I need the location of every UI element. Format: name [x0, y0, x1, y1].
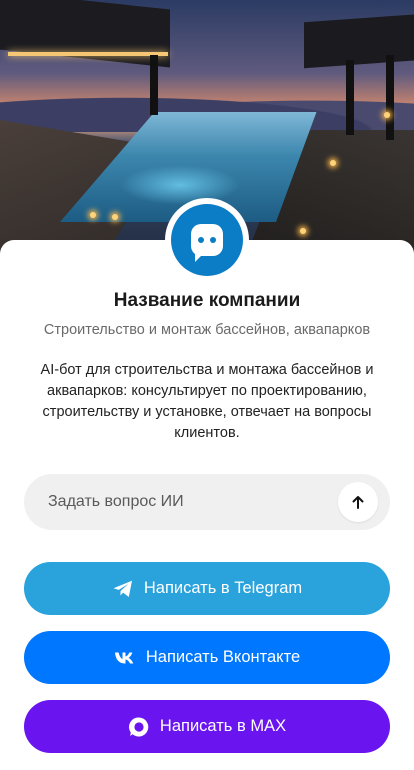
pillar	[150, 55, 158, 115]
arrow-up-icon	[352, 496, 364, 509]
send-button[interactable]	[338, 482, 378, 522]
telegram-icon	[112, 578, 134, 600]
lamp	[112, 214, 118, 220]
company-name: Название компании	[113, 290, 301, 311]
vk-icon	[114, 647, 136, 669]
max-button[interactable]: Написать в MAX	[24, 700, 390, 753]
ask-ai-input[interactable]: Задать вопрос ИИ	[24, 474, 390, 530]
chat-bubble-icon	[191, 224, 223, 256]
max-icon	[128, 716, 150, 738]
pillar	[346, 60, 354, 135]
company-tagline: Строительство и монтаж бассейнов, аквапа…	[43, 322, 371, 338]
vk-button[interactable]: Написать Вконтакте	[24, 631, 390, 684]
ask-ai-placeholder: Задать вопрос ИИ	[48, 493, 184, 510]
roof-shape-right	[304, 13, 414, 69]
lamp	[384, 112, 390, 118]
lamp	[330, 160, 336, 166]
company-description: AI-бот для строительства и монтажа бассе…	[40, 362, 374, 441]
max-button-label: Написать в MAX	[159, 717, 287, 735]
lamp	[90, 212, 96, 218]
avatar	[171, 204, 243, 276]
pool-glow	[120, 165, 240, 205]
vk-button-label: Написать Вконтакте	[145, 648, 301, 666]
roof-lights	[8, 52, 168, 56]
telegram-button[interactable]: Написать в Telegram	[24, 562, 390, 615]
lamp	[300, 228, 306, 234]
pillar	[386, 55, 394, 140]
roof-shape	[0, 0, 170, 68]
telegram-button-label: Написать в Telegram	[143, 579, 303, 597]
